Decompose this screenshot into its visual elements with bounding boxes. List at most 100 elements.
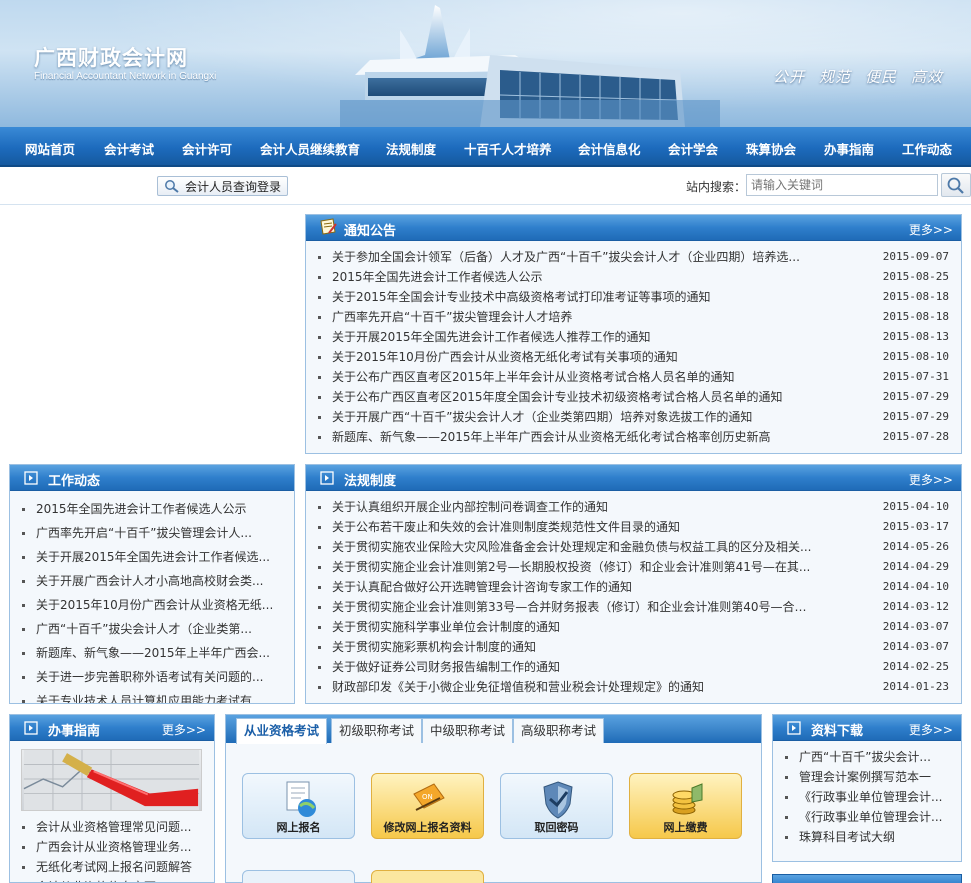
list-item[interactable]: 广西会计从业资格管理业务... xyxy=(10,837,214,857)
retrieve-password-tile[interactable]: 取回密码 xyxy=(500,773,613,839)
guide-more-link[interactable]: 更多>> xyxy=(162,721,206,738)
nav-item-society[interactable]: 会计学会 xyxy=(668,139,718,158)
item-title[interactable]: 广西率先开启“十百千”拔尖管理会计人才培养 xyxy=(332,307,572,327)
list-item[interactable]: 财政部印发《关于小微企业免征增值税和营业税会计处理规定》的通知 2014-01-2… xyxy=(306,677,961,697)
item-title[interactable]: 关于2015年10月份广西会计从业资格无纸... xyxy=(36,593,273,617)
laws-more-link[interactable]: 更多>> xyxy=(909,471,953,488)
list-item[interactable]: 广西“十百千”拔尖会计人才（企业类第... xyxy=(10,617,294,641)
list-item[interactable]: 2015年全国先进会计工作者候选人公示 2015-08-25 xyxy=(306,267,961,287)
list-item[interactable]: 广西率先开启“十百千”拔尖管理会计人才培养 2015-08-18 xyxy=(306,307,961,327)
item-title[interactable]: 广西“十百千”拔尖会计... xyxy=(799,747,931,767)
list-item[interactable]: 管理会计案例撰写范本一 xyxy=(773,767,961,787)
item-title[interactable]: 关于公布广西区直考区2015年上半年会计从业资格考试合格人员名单的通知 xyxy=(332,367,735,387)
list-item[interactable]: 会计从业资格管理常见问题... xyxy=(10,817,214,837)
list-item[interactable]: 关于公布广西区直考区2015年度全国会计专业技术初级资格考试合格人员名单的通知 2… xyxy=(306,387,961,407)
online-payment-tile[interactable]: 网上缴费 xyxy=(629,773,742,839)
item-title[interactable]: 管理会计案例撰写范本一 xyxy=(799,767,931,787)
item-title[interactable]: 关于贯彻实施企业会计准则第2号—长期股权投资（修订）和企业会计准则第41号—在其… xyxy=(332,557,810,577)
list-item[interactable]: 关于贯彻实施农业保险大灾风险准备金会计处理规定和金融负债与权益工具的区分及相关.… xyxy=(306,537,961,557)
item-title[interactable]: 《行政事业单位管理会计... xyxy=(799,787,942,807)
list-item[interactable]: 会计从业资格信息变更... xyxy=(10,877,214,882)
list-item[interactable]: 关于专业技术人员计算机应用能力考试有... xyxy=(10,689,294,703)
list-item[interactable]: 广西率先开启“十百千”拔尖管理会计人... xyxy=(10,521,294,545)
nav-item-guide[interactable]: 办事指南 xyxy=(824,139,874,158)
item-title[interactable]: 广西率先开启“十百千”拔尖管理会计人... xyxy=(36,521,252,545)
list-item[interactable]: 新题库、新气象——2015年上半年广西会... xyxy=(10,641,294,665)
list-item[interactable]: 关于认真组织开展企业内部控制问卷调查工作的通知 2015-04-10 xyxy=(306,497,961,517)
item-title[interactable]: 2015年全国先进会计工作者候选人公示 xyxy=(36,497,247,521)
tab-qualification-exam[interactable]: 从业资格考试 xyxy=(236,718,328,744)
item-title[interactable]: 新题库、新气象——2015年上半年广西会... xyxy=(36,641,270,665)
nav-item-informatization[interactable]: 会计信息化 xyxy=(578,139,641,158)
nav-item-regulations[interactable]: 法规制度 xyxy=(386,139,436,158)
search-input[interactable] xyxy=(746,174,938,196)
item-title[interactable]: 关于贯彻实施彩票机构会计制度的通知 xyxy=(332,637,536,657)
nav-item-abacus[interactable]: 珠算协会 xyxy=(746,139,796,158)
item-title[interactable]: 关于2015年10月份广西会计从业资格无纸化考试有关事项的通知 xyxy=(332,347,678,367)
downloads-more-link[interactable]: 更多>> xyxy=(909,721,953,738)
list-item[interactable]: 广西“十百千”拔尖会计... xyxy=(773,747,961,767)
item-title[interactable]: 关于贯彻实施科学事业单位会计制度的通知 xyxy=(332,617,560,637)
item-title[interactable]: 关于开展2015年全国先进会计工作者候选... xyxy=(36,545,270,569)
list-item[interactable]: 关于贯彻实施科学事业单位会计制度的通知 2014-03-07 xyxy=(306,617,961,637)
list-item[interactable]: 关于参加全国会计领军（后备）人才及广西“十百千”拔尖会计人才（企业四期）培养选.… xyxy=(306,247,961,267)
item-title[interactable]: 会计从业资格管理常见问题... xyxy=(36,817,191,837)
item-title[interactable]: 关于做好证券公司财务报告编制工作的通知 xyxy=(332,657,560,677)
list-item[interactable]: 《行政事业单位管理会计... xyxy=(773,787,961,807)
notices-more-link[interactable]: 更多>> xyxy=(909,221,953,238)
list-item[interactable]: 关于2015年10月份广西会计从业资格无纸... xyxy=(10,593,294,617)
tab-junior-title-exam[interactable]: 初级职称考试 xyxy=(331,718,423,743)
list-item[interactable]: 无纸化考试网上报名问题解答 xyxy=(10,857,214,877)
search-button[interactable] xyxy=(941,173,971,197)
item-title[interactable]: 关于认真组织开展企业内部控制问卷调查工作的通知 xyxy=(332,497,608,517)
item-title[interactable]: 关于参加全国会计领军（后备）人才及广西“十百千”拔尖会计人才（企业四期）培养选.… xyxy=(332,247,800,267)
item-title[interactable]: 会计从业资格信息变更... xyxy=(36,877,167,882)
item-title[interactable]: 关于专业技术人员计算机应用能力考试有... xyxy=(36,689,263,703)
online-registration-tile[interactable]: 网上报名 xyxy=(242,773,355,839)
item-title[interactable]: 珠算科目考试大纲 xyxy=(799,827,895,847)
list-item[interactable]: 关于贯彻实施企业会计准则第2号—长期股权投资（修订）和企业会计准则第41号—在其… xyxy=(306,557,961,577)
item-title[interactable]: 财政部印发《关于小微企业免征增值税和营业税会计处理规定》的通知 xyxy=(332,677,704,697)
list-item[interactable]: 关于认真配合做好公开选聘管理会计咨询专家工作的通知 2014-04-10 xyxy=(306,577,961,597)
list-item[interactable]: 关于做好证券公司财务报告编制工作的通知 2014-02-25 xyxy=(306,657,961,677)
list-item[interactable]: 2015年全国先进会计工作者候选人公示 xyxy=(10,497,294,521)
nav-item-home[interactable]: 网站首页 xyxy=(25,139,75,158)
item-title[interactable]: 新题库、新气象——2015年上半年广西会计从业资格无纸化考试合格率创历史新高 xyxy=(332,427,771,447)
list-item[interactable]: 新题库、新气象——2015年上半年广西会计从业资格无纸化考试合格率创历史新高 20… xyxy=(306,427,961,447)
item-title[interactable]: 广西“十百千”拔尖会计人才（企业类第... xyxy=(36,617,252,641)
edit-registration-tile[interactable]: ON 修改网上报名资料 xyxy=(371,773,484,839)
item-title[interactable]: 关于公布若干废止和失效的会计准则制度类规范性文件目录的通知 xyxy=(332,517,680,537)
list-item[interactable]: 关于2015年全国会计专业技术中高级资格考试打印准考证等事项的通知 2015-08… xyxy=(306,287,961,307)
item-title[interactable]: 关于进一步完善职称外语考试有关问题的... xyxy=(36,665,263,689)
list-item[interactable]: 关于开展广西会计人才小高地高校财会类... xyxy=(10,569,294,593)
item-title[interactable]: 2015年全国先进会计工作者候选人公示 xyxy=(332,267,543,287)
list-item[interactable]: 关于开展2015年全国先进会计工作者候选... xyxy=(10,545,294,569)
item-title[interactable]: 关于贯彻实施企业会计准则第33号—合并财务报表（修订）和企业会计准则第40号—合… xyxy=(332,597,817,617)
list-item[interactable]: 珠算科目考试大纲 xyxy=(773,827,961,847)
list-item[interactable]: 关于开展2015年全国先进会计工作者候选人推荐工作的通知 2015-08-13 xyxy=(306,327,961,347)
guide-photo[interactable] xyxy=(21,749,202,811)
item-title[interactable]: 广西会计从业资格管理业务... xyxy=(36,837,191,857)
item-title[interactable]: 关于认真配合做好公开选聘管理会计咨询专家工作的通知 xyxy=(332,577,632,597)
tab-senior-title-exam[interactable]: 高级职称考试 xyxy=(513,718,605,743)
list-item[interactable]: 《行政事业单位管理会计... xyxy=(773,807,961,827)
nav-item-exam[interactable]: 会计考试 xyxy=(104,139,154,158)
item-title[interactable]: 《行政事业单位管理会计... xyxy=(799,807,942,827)
list-item[interactable]: 关于开展广西“十百千”拔尖会计人才（企业类第四期）培养对象选拔工作的通知 2015… xyxy=(306,407,961,427)
exam-tile[interactable] xyxy=(242,870,355,883)
list-item[interactable]: 关于2015年10月份广西会计从业资格无纸化考试有关事项的通知 2015-08-1… xyxy=(306,347,961,367)
list-item[interactable]: 关于公布若干废止和失效的会计准则制度类规范性文件目录的通知 2015-03-17 xyxy=(306,517,961,537)
list-item[interactable]: 关于公布广西区直考区2015年上半年会计从业资格考试合格人员名单的通知 2015-… xyxy=(306,367,961,387)
list-item[interactable]: 关于贯彻实施彩票机构会计制度的通知 2014-03-07 xyxy=(306,637,961,657)
item-title[interactable]: 关于开展广西“十百千”拔尖会计人才（企业类第四期）培养对象选拔工作的通知 xyxy=(332,407,752,427)
item-title[interactable]: 关于开展广西会计人才小高地高校财会类... xyxy=(36,569,263,593)
item-title[interactable]: 关于2015年全国会计专业技术中高级资格考试打印准考证等事项的通知 xyxy=(332,287,711,307)
nav-item-talent-training[interactable]: 十百千人才培养 xyxy=(464,139,552,158)
nav-item-license[interactable]: 会计许可 xyxy=(182,139,232,158)
item-title[interactable]: 无纸化考试网上报名问题解答 xyxy=(36,857,192,877)
list-item[interactable]: 关于进一步完善职称外语考试有关问题的... xyxy=(10,665,294,689)
item-title[interactable]: 关于公布广西区直考区2015年度全国会计专业技术初级资格考试合格人员名单的通知 xyxy=(332,387,783,407)
tab-intermediate-title-exam[interactable]: 中级职称考试 xyxy=(422,718,514,743)
accountant-query-button[interactable]: 会计人员查询登录 xyxy=(157,176,288,196)
list-item[interactable]: 关于贯彻实施企业会计准则第33号—合并财务报表（修订）和企业会计准则第40号—合… xyxy=(306,597,961,617)
